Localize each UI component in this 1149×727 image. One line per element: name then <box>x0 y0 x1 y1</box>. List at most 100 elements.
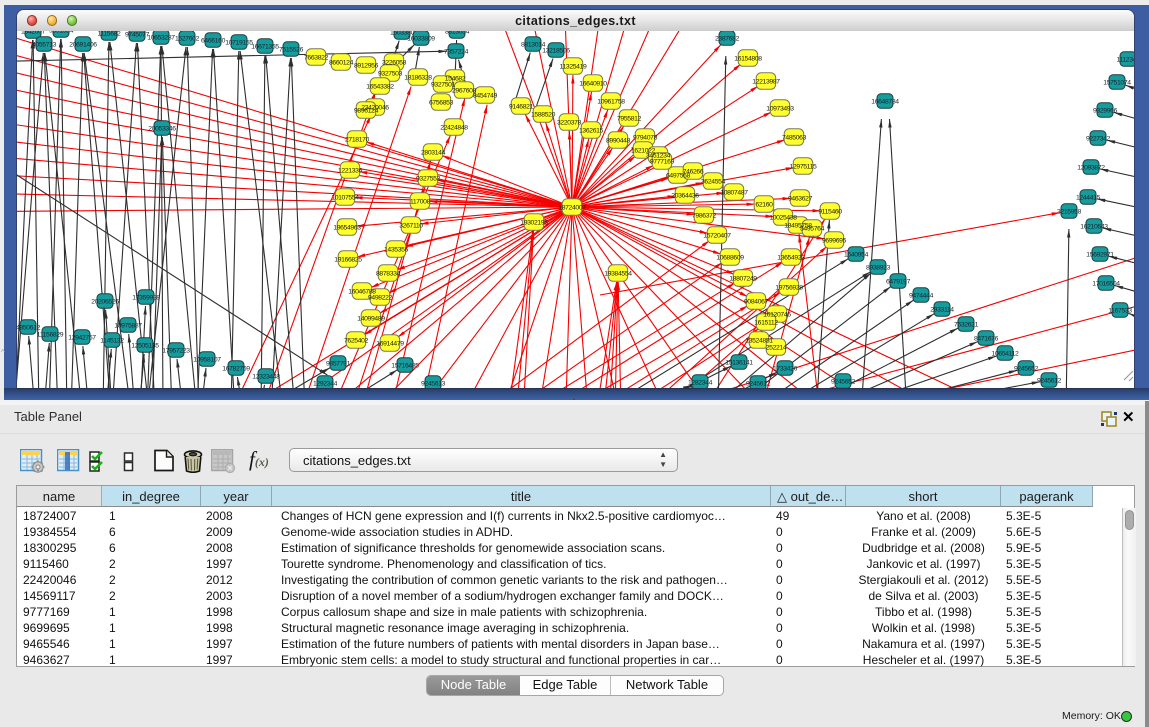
svg-text:10107554: 10107554 <box>331 194 359 201</box>
svg-text:8912956: 8912956 <box>354 62 379 69</box>
svg-text:1112345: 1112345 <box>1116 56 1134 63</box>
svg-text:2933114: 2933114 <box>930 306 954 313</box>
svg-text:20053346: 20053346 <box>148 125 176 132</box>
svg-text:12975115: 12975115 <box>790 163 818 170</box>
svg-text:16120746: 16120746 <box>763 311 791 318</box>
svg-text:9245612: 9245612 <box>746 380 771 387</box>
svg-text:746266: 746266 <box>683 168 704 175</box>
svg-text:9474444: 9474444 <box>909 292 934 299</box>
svg-text:2387682: 2387682 <box>715 35 740 42</box>
svg-text:13524851: 13524851 <box>745 337 773 344</box>
svg-text:16033809: 16033809 <box>407 35 435 42</box>
svg-text:15692971: 15692971 <box>1086 251 1114 258</box>
svg-text:1221336: 1221336 <box>338 167 363 174</box>
svg-text:9146821: 9146821 <box>509 103 534 110</box>
svg-text:9327503: 9327503 <box>378 70 403 77</box>
svg-text:117008: 117008 <box>410 198 431 205</box>
svg-text:1527602: 1527602 <box>175 35 200 42</box>
svg-text:8990448: 8990448 <box>606 137 631 144</box>
svg-text:17016504: 17016504 <box>1092 280 1120 287</box>
svg-text:7485063: 7485063 <box>782 134 807 141</box>
svg-text:1282344: 1282344 <box>688 379 713 386</box>
svg-text:19384554: 19384554 <box>604 270 632 277</box>
svg-text:8938923: 8938923 <box>866 264 891 271</box>
svg-text:12505135: 12505135 <box>131 342 159 349</box>
svg-text:10688609: 10688609 <box>716 254 744 261</box>
svg-text:10961758: 10961758 <box>597 98 625 105</box>
svg-text:11156829: 11156829 <box>37 331 64 338</box>
svg-text:18724007: 18724007 <box>558 204 586 211</box>
svg-text:9745077: 9745077 <box>125 31 150 38</box>
svg-text:1640954: 1640954 <box>844 251 869 258</box>
svg-text:1733426: 1733426 <box>773 365 798 372</box>
svg-text:1362615: 1362615 <box>579 127 604 134</box>
svg-text:2803144: 2803144 <box>421 149 446 156</box>
svg-text:1145132: 1145132 <box>100 337 124 344</box>
svg-text:1615112: 1615112 <box>754 319 778 326</box>
svg-text:14099489: 14099489 <box>357 315 385 322</box>
svg-text:8878334: 8878334 <box>376 270 401 277</box>
svg-text:1292344: 1292344 <box>313 380 338 387</box>
svg-text:9084067: 9084067 <box>744 298 769 305</box>
svg-text:13654923: 13654923 <box>777 254 805 261</box>
svg-text:9245652: 9245652 <box>831 378 856 385</box>
svg-text:9391534: 9391534 <box>49 31 74 34</box>
svg-text:5495764: 5495764 <box>800 225 825 232</box>
svg-text:9896124: 9896124 <box>354 107 379 114</box>
svg-text:7632621: 7632621 <box>954 321 979 328</box>
svg-text:15720407: 15720407 <box>703 232 731 239</box>
svg-text:3624554: 3624554 <box>701 178 726 185</box>
svg-text:3215958: 3215958 <box>1057 208 1082 215</box>
svg-text:3226058: 3226058 <box>382 59 407 66</box>
svg-text:11325419: 11325419 <box>560 63 588 70</box>
svg-text:7515526: 7515526 <box>279 46 304 53</box>
svg-text:1588520: 1588520 <box>531 111 556 118</box>
svg-text:4850612: 4850612 <box>17 324 41 331</box>
svg-text:20206526: 20206526 <box>91 298 119 305</box>
svg-text:10807487: 10807487 <box>720 189 748 196</box>
svg-text:9245613: 9245613 <box>421 380 446 387</box>
svg-text:20691406: 20691406 <box>69 41 97 48</box>
svg-text:10654112: 10654112 <box>992 350 1020 357</box>
svg-text:252214: 252214 <box>766 344 787 351</box>
svg-text:10025438: 10025438 <box>769 214 797 221</box>
svg-text:7663822: 7663822 <box>304 54 329 61</box>
svg-text:3220378: 3220378 <box>557 119 582 126</box>
svg-text:8471676: 8471676 <box>974 335 999 342</box>
svg-text:9327552: 9327552 <box>416 175 441 182</box>
svg-text:62160: 62160 <box>755 201 773 208</box>
svg-text:19302195: 19302195 <box>520 219 548 226</box>
svg-text:8813054: 8813054 <box>445 31 470 35</box>
svg-text:9777169: 9777169 <box>650 158 675 165</box>
svg-text:17957223: 17957223 <box>162 347 190 354</box>
svg-text:10975887: 10975887 <box>114 322 142 329</box>
svg-text:4055713: 4055713 <box>32 41 57 48</box>
svg-text:20364436: 20364436 <box>671 192 699 199</box>
svg-text:17359928: 17359928 <box>132 294 160 301</box>
svg-text:9245612: 9245612 <box>1037 377 1062 384</box>
svg-text:9498222: 9498222 <box>368 294 393 301</box>
svg-text:8660124: 8660124 <box>329 59 354 66</box>
svg-text:19654963: 19654963 <box>333 224 361 231</box>
svg-text:12093872: 12093872 <box>1077 164 1105 171</box>
svg-text:10973493: 10973493 <box>766 105 794 112</box>
svg-text:8454749: 8454749 <box>473 92 498 99</box>
svg-text:9699695: 9699695 <box>822 237 847 244</box>
svg-text:12942757: 12942757 <box>68 334 96 341</box>
svg-text:12213987: 12213987 <box>752 78 780 85</box>
svg-text:16154808: 16154808 <box>734 55 762 62</box>
svg-text:1842007: 1842007 <box>21 31 46 35</box>
svg-text:9463627: 9463627 <box>788 195 813 202</box>
svg-text:6466160: 6466160 <box>201 37 226 44</box>
svg-text:7357224: 7357224 <box>444 48 469 55</box>
svg-text:6479197: 6479197 <box>886 278 911 285</box>
svg-text:18186328: 18186328 <box>404 74 432 81</box>
svg-text:15716485: 15716485 <box>391 362 419 369</box>
svg-text:7986372: 7986372 <box>692 212 717 219</box>
svg-text:1435356: 1435356 <box>384 246 409 253</box>
svg-text:15136141: 15136141 <box>725 359 753 366</box>
svg-text:19166825: 19166825 <box>334 256 362 263</box>
svg-text:18807249: 18807249 <box>729 275 757 282</box>
svg-text:3267110: 3267110 <box>399 222 423 229</box>
svg-text:9794078: 9794078 <box>633 134 658 141</box>
